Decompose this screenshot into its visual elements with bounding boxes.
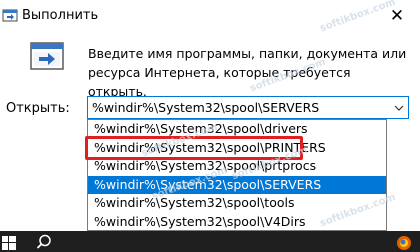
open-label: Открыть: xyxy=(6,101,70,116)
firefox-icon[interactable] xyxy=(396,235,412,251)
run-dialog-icon xyxy=(30,40,66,72)
windows-start-icon[interactable] xyxy=(2,236,16,250)
search-icon[interactable] xyxy=(36,234,52,250)
run-app-icon xyxy=(2,8,18,24)
chevron-down-icon[interactable] xyxy=(390,97,408,118)
dropdown-item[interactable]: %windir%\System32\spool\tools xyxy=(88,194,386,213)
window-title: Выполнить xyxy=(22,8,99,23)
title-bar: Выполнить ✕ xyxy=(0,0,420,33)
dropdown-item-selected[interactable]: %windir%\System32\spool\SERVERS xyxy=(88,175,386,194)
dropdown-item[interactable]: %windir%\System32\spool\drivers xyxy=(88,120,386,139)
close-button[interactable]: ✕ xyxy=(374,0,420,32)
open-combobox[interactable]: %windir%\System32\spool\SERVERS xyxy=(87,96,409,119)
dropdown-item[interactable]: %windir%\System32\spool\PRINTERS xyxy=(88,139,386,158)
close-icon: ✕ xyxy=(389,6,405,26)
path-dropdown-list: %windir%\System32\spool\drivers %windir%… xyxy=(87,119,387,231)
open-input[interactable]: %windir%\System32\spool\SERVERS xyxy=(88,100,390,115)
dialog-description: Введите имя программы, папки, документа … xyxy=(88,46,407,99)
dropdown-item[interactable]: %windir%\System32\spool\V4Dirs xyxy=(88,213,386,232)
dropdown-item[interactable]: %windir%\System32\spool\prtprocs xyxy=(88,157,386,176)
taskbar xyxy=(0,231,420,252)
